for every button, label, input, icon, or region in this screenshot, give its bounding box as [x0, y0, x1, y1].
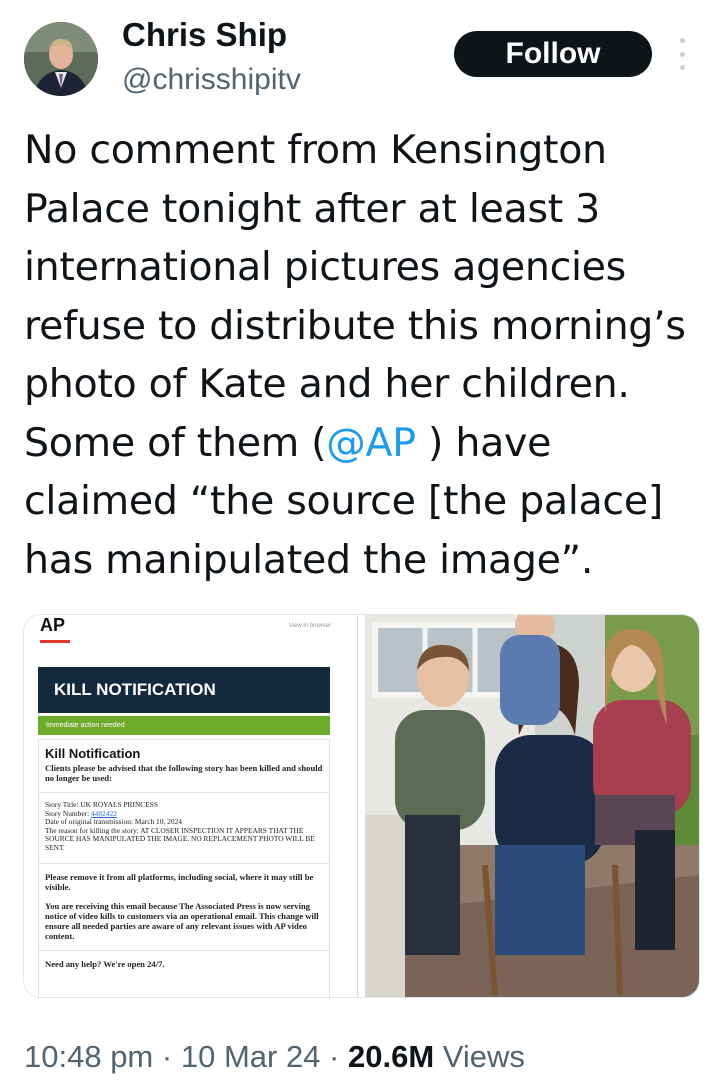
mention-link[interactable]: @AP	[326, 420, 416, 466]
family-photo-image[interactable]	[365, 615, 699, 997]
ap-logo: AP	[40, 615, 66, 635]
meta-separator: ·	[161, 1039, 173, 1074]
doc-receiving: You are receiving this email because The…	[45, 900, 319, 941]
more-options-icon[interactable]	[674, 38, 690, 70]
action-bar: Immediate action needed	[38, 716, 330, 735]
ap-kill-notification-image[interactable]: AP View in browser KILL NOTIFICATION Imm…	[24, 615, 358, 997]
divider	[39, 792, 329, 793]
author-handle[interactable]: @chrisshipitv	[122, 60, 301, 100]
tweet-meta: 10:48 pm · 10 Mar 24 · 20.6M Views	[24, 1037, 525, 1077]
divider	[39, 949, 329, 951]
kill-banner: KILL NOTIFICATION	[38, 667, 330, 713]
tweet-time[interactable]: 10:48 pm	[24, 1039, 153, 1074]
doc-help: Need any help? We're open 24/7.	[45, 958, 165, 969]
kill-reason: The reason for killing the story: AT CLO…	[45, 825, 315, 852]
tweet-date[interactable]: 10 Mar 24	[181, 1039, 321, 1074]
logo-underline	[40, 640, 70, 643]
author-name[interactable]: Chris Ship	[122, 14, 287, 56]
family-photo-illustration	[365, 615, 699, 997]
divider	[39, 862, 329, 864]
doc-heading: Kill Notification	[45, 746, 141, 761]
doc-body: Kill Notification Clients please be advi…	[38, 739, 330, 997]
meta-separator: ·	[329, 1039, 340, 1074]
avatar[interactable]	[24, 22, 98, 96]
doc-remove: Please remove it from all platforms, inc…	[45, 871, 314, 892]
views-label: Views	[442, 1039, 525, 1074]
tweet-text: No comment from Kensington Palace tonigh…	[24, 121, 704, 589]
doc-intro: Clients please be advised that the follo…	[45, 763, 323, 783]
views-count[interactable]: 20.6M	[348, 1039, 434, 1074]
view-in-browser-link: View in browser	[288, 623, 331, 629]
tweet-text-part: No comment from Kensington Palace tonigh…	[24, 127, 686, 466]
tweet-media[interactable]: AP View in browser KILL NOTIFICATION Imm…	[23, 614, 700, 998]
follow-button[interactable]: Follow	[454, 31, 652, 77]
doc-meta: Story Title: UK ROYALS PRINCESS Story Nu…	[45, 800, 323, 853]
avatar-portrait-icon	[24, 22, 98, 96]
